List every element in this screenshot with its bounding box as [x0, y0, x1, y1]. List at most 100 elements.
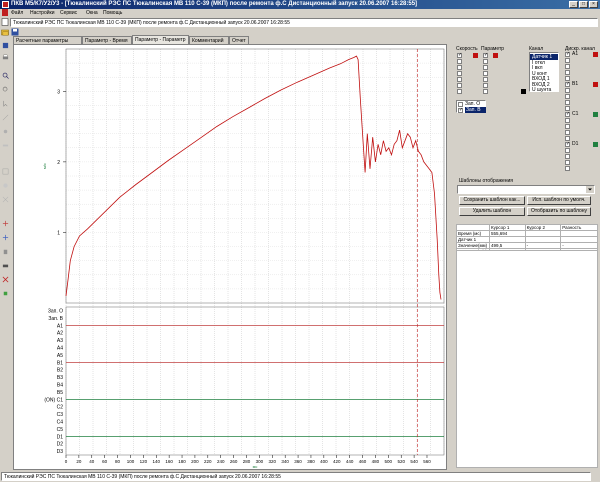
x-tick-label: 0 — [65, 459, 68, 464]
discrete-checkbox[interactable] — [565, 154, 570, 159]
zoom-out-icon[interactable] — [2, 86, 9, 93]
tab-report[interactable]: Отчет — [229, 36, 249, 44]
color-swatch[interactable] — [521, 89, 526, 94]
y-axis-label: м/с — [42, 163, 47, 169]
menu-settings[interactable]: Настройки — [30, 10, 55, 16]
cross-icon[interactable] — [2, 196, 9, 203]
table-empty-area — [456, 250, 598, 468]
menu-file[interactable]: Файл — [11, 10, 23, 16]
channel-list[interactable]: Датчик 1I откл I вкл U конт ВХОД 1 ВХОД 2U ш… — [529, 52, 559, 93]
document-icon[interactable] — [1, 18, 9, 26]
discrete-checkbox[interactable] — [565, 130, 570, 135]
menu-windows[interactable]: Окна — [86, 10, 98, 16]
param-checkbox[interactable] — [483, 83, 488, 88]
discrete-checkbox[interactable] — [565, 94, 570, 99]
tab-comment[interactable]: Комментарий — [189, 36, 229, 44]
ruler-icon[interactable] — [2, 142, 9, 149]
param-checkbox[interactable] — [483, 59, 488, 64]
speed-checkbox[interactable] — [457, 77, 462, 82]
discrete-color-swatch[interactable] — [593, 52, 598, 57]
discrete-checkbox[interactable] — [565, 148, 570, 153]
discrete-color-swatch[interactable] — [593, 82, 598, 87]
tab-param-param[interactable]: Параметр - Параметр — [132, 35, 189, 44]
param-checkbox[interactable] — [483, 89, 488, 94]
chevron-down-icon[interactable] — [586, 186, 594, 193]
marker-icon[interactable] — [2, 128, 9, 135]
discrete-checkbox[interactable] — [565, 51, 570, 57]
param-checkbox[interactable] — [483, 52, 488, 58]
zoom-in-icon[interactable] — [2, 72, 9, 79]
add-point-icon[interactable] — [2, 234, 9, 241]
document-title-field[interactable]: Тюкалинский РЭС ПС Тюкалинская МВ 110 С-… — [10, 18, 598, 27]
discrete-checkbox[interactable] — [565, 160, 570, 165]
param-checkbox[interactable] — [483, 71, 488, 76]
discrete-checkbox[interactable] — [565, 70, 570, 75]
discrete-axis-label: C5 — [57, 427, 64, 433]
save-icon[interactable] — [11, 28, 19, 36]
discrete-checkbox[interactable] — [565, 58, 570, 63]
speed-checkbox[interactable] — [457, 71, 462, 76]
discrete-checkbox[interactable] — [565, 111, 570, 117]
print-icon[interactable] — [2, 54, 9, 61]
hand-icon[interactable] — [2, 182, 9, 189]
discrete-checkbox[interactable] — [565, 88, 570, 93]
tab-calculated-params[interactable]: Расчетные параметры — [13, 36, 82, 44]
close-button[interactable]: × — [589, 1, 598, 8]
x-tick-label: 260 — [230, 459, 238, 464]
color-swatch[interactable] — [473, 53, 478, 58]
discrete-checkbox[interactable] — [565, 100, 570, 105]
maximize-button[interactable]: □ — [579, 1, 588, 8]
discrete-checkbox[interactable] — [565, 81, 570, 87]
speed-checkbox[interactable] — [457, 83, 462, 88]
default-template-button[interactable]: Исп. шаблон по умолч. — [527, 196, 591, 205]
x-tick-label: 400 — [320, 459, 328, 464]
table-cell: Значение(мм) — [456, 242, 490, 249]
plus-icon[interactable] — [2, 220, 9, 227]
discrete-axis-label: Зап. В — [48, 316, 63, 322]
cursor-icon[interactable] — [2, 100, 9, 107]
speed-checkbox[interactable] — [457, 52, 462, 58]
discrete-checkbox[interactable] — [565, 141, 570, 147]
close-icon[interactable] — [2, 276, 9, 283]
record-v-checkbox[interactable] — [458, 107, 463, 113]
plot-area[interactable]: 1 2 3 м/с Зап. О Зап. В A1 A2 A3 A4 A5 B1 B2 B3 B4 B5 (O… — [13, 44, 447, 470]
color-swatch[interactable] — [493, 53, 498, 58]
speed-checkbox[interactable] — [457, 65, 462, 70]
y-tick-label: 3 — [57, 89, 60, 95]
discrete-color-swatch[interactable] — [593, 112, 598, 117]
menu-help[interactable]: Помощь — [103, 10, 122, 16]
save-icon[interactable] — [2, 42, 9, 49]
menu-service[interactable]: Сервис — [60, 10, 77, 16]
speed-checkbox[interactable] — [457, 59, 462, 64]
print2-icon[interactable] — [2, 262, 9, 269]
speed-checkbox[interactable] — [457, 89, 462, 94]
discrete-checkbox[interactable] — [565, 64, 570, 69]
save-template-button[interactable]: Сохранить шаблон как... — [459, 196, 525, 205]
param-checkbox[interactable] — [483, 65, 488, 70]
left-toolbar — [0, 28, 12, 468]
x-tick-label: 120 — [140, 459, 148, 464]
record-list[interactable]: Зап. О Зап. В — [456, 100, 486, 113]
channel-item[interactable]: U шунта — [532, 87, 551, 93]
discrete-checkbox[interactable] — [565, 124, 570, 129]
x-tick-label: 280 — [243, 459, 251, 464]
param-checkbox[interactable] — [483, 77, 488, 82]
open-icon[interactable] — [2, 30, 9, 37]
delete-template-button[interactable]: Удалить шаблон — [459, 207, 525, 216]
x-tick-label: 560 — [423, 459, 431, 464]
grid-icon[interactable] — [2, 168, 9, 175]
series-line — [65, 55, 442, 300]
tab-param-time[interactable]: Параметр - Время — [82, 36, 132, 44]
discrete-color-swatch[interactable] — [593, 142, 598, 147]
status-text: Тюкалинский РЭС ПС Тюкалинская МВ 110 С-… — [4, 474, 281, 480]
trash-icon[interactable] — [2, 248, 9, 255]
discrete-checkbox[interactable] — [565, 166, 570, 171]
measure-icon[interactable] — [2, 114, 9, 121]
chart-svg[interactable]: 1 2 3 м/с Зап. ОЗап. ВA1 A2A3 A4A5B1 B2B3 B4B5(O… — [14, 45, 446, 469]
minimize-button[interactable]: _ — [569, 1, 578, 8]
discrete-axis-label: A2 — [57, 331, 63, 337]
discrete-checkbox[interactable] — [565, 118, 570, 123]
template-select[interactable] — [457, 185, 595, 194]
dot-icon[interactable] — [2, 290, 9, 297]
show-by-template-button[interactable]: Отобразить по шаблону — [527, 207, 591, 216]
